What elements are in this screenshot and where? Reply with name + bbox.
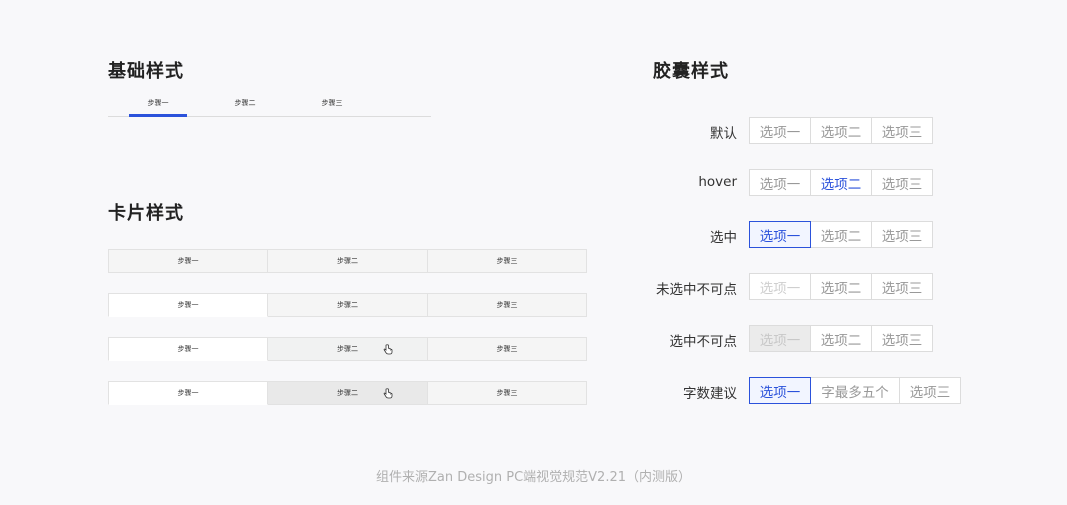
hand-pointer-icon: [383, 388, 393, 399]
capsule-label-selected: 选中: [710, 230, 737, 246]
capsule-group-word-count: 选项一 字最多五个 选项三: [749, 377, 961, 404]
capsule-group-hover: 选项一 选项二 选项三: [749, 169, 933, 196]
basic-tab-2[interactable]: 步骤二: [216, 93, 274, 116]
capsule-option-2[interactable]: 字最多五个: [811, 377, 900, 404]
capsule-option-1[interactable]: 选项一: [749, 221, 811, 248]
card-tab-2[interactable]: 步骤二: [268, 293, 428, 317]
capsule-option-1[interactable]: 选项一: [749, 169, 811, 196]
capsule-group-unselected-disabled: 选项一 选项二 选项三: [749, 273, 933, 300]
capsule-group-default: 选项一 选项二 选项三: [749, 117, 933, 144]
capsule-option-1: 选项一: [749, 325, 811, 352]
capsule-group-selected-disabled: 选项一 选项二 选项三: [749, 325, 933, 352]
capsule-label-hover: hover: [698, 174, 737, 190]
card-tab-1[interactable]: 步骤一: [108, 337, 268, 361]
card-tab-3[interactable]: 步骤三: [428, 249, 587, 273]
card-tab-1[interactable]: 步骤一: [108, 381, 268, 405]
card-tab-3[interactable]: 步骤三: [428, 293, 587, 317]
card-tabs-hover: 步骤一 步骤二 步骤三: [108, 337, 587, 361]
capsule-option-3[interactable]: 选项三: [872, 273, 933, 300]
card-tab-2[interactable]: 步骤二: [268, 249, 428, 273]
capsule-option-1: 选项一: [749, 273, 811, 300]
card-tabs-selected: 步骤一 步骤二 步骤三: [108, 293, 587, 317]
card-tab-3[interactable]: 步骤三: [428, 381, 587, 405]
basic-style-title: 基础样式: [108, 61, 184, 82]
basic-tab-3[interactable]: 步骤三: [303, 93, 361, 116]
capsule-style-title: 胶囊样式: [653, 61, 729, 82]
card-tab-label: 步骤二: [337, 345, 358, 353]
capsule-option-2[interactable]: 选项二: [811, 169, 872, 196]
capsule-label-unselected-disabled: 未选中不可点: [656, 282, 737, 298]
capsule-option-3[interactable]: 选项三: [900, 377, 961, 404]
card-tabs-default: 步骤一 步骤二 步骤三: [108, 249, 587, 273]
basic-tabs: 步骤一 步骤二 步骤三: [108, 93, 431, 117]
capsule-option-1[interactable]: 选项一: [749, 117, 811, 144]
footer-source-note: 组件来源Zan Design PC端视觉规范V2.21（内测版）: [375, 470, 691, 485]
capsule-label-word-count: 字数建议: [683, 386, 737, 402]
card-tabs-pressed: 步骤一 步骤二 步骤三: [108, 381, 587, 405]
card-tab-label: 步骤二: [337, 389, 358, 397]
hand-pointer-icon: [383, 344, 393, 355]
card-tab-2[interactable]: 步骤二: [268, 381, 428, 405]
card-tab-1[interactable]: 步骤一: [108, 293, 268, 317]
capsule-option-3[interactable]: 选项三: [872, 117, 933, 144]
capsule-option-2[interactable]: 选项二: [811, 117, 872, 144]
capsule-option-2[interactable]: 选项二: [811, 221, 872, 248]
card-style-title: 卡片样式: [108, 203, 184, 224]
basic-tab-1[interactable]: 步骤一: [129, 93, 187, 117]
card-tab-1[interactable]: 步骤一: [108, 249, 268, 273]
card-tab-3[interactable]: 步骤三: [428, 337, 587, 361]
capsule-option-2[interactable]: 选项二: [811, 325, 872, 352]
capsule-label-default: 默认: [710, 126, 737, 142]
capsule-option-3[interactable]: 选项三: [872, 221, 933, 248]
capsule-option-2[interactable]: 选项二: [811, 273, 872, 300]
capsule-option-3[interactable]: 选项三: [872, 169, 933, 196]
capsule-option-3[interactable]: 选项三: [872, 325, 933, 352]
capsule-label-selected-disabled: 选中不可点: [669, 334, 738, 350]
card-tab-2[interactable]: 步骤二: [268, 337, 428, 361]
capsule-group-selected: 选项一 选项二 选项三: [749, 221, 933, 248]
capsule-option-1[interactable]: 选项一: [749, 377, 811, 404]
